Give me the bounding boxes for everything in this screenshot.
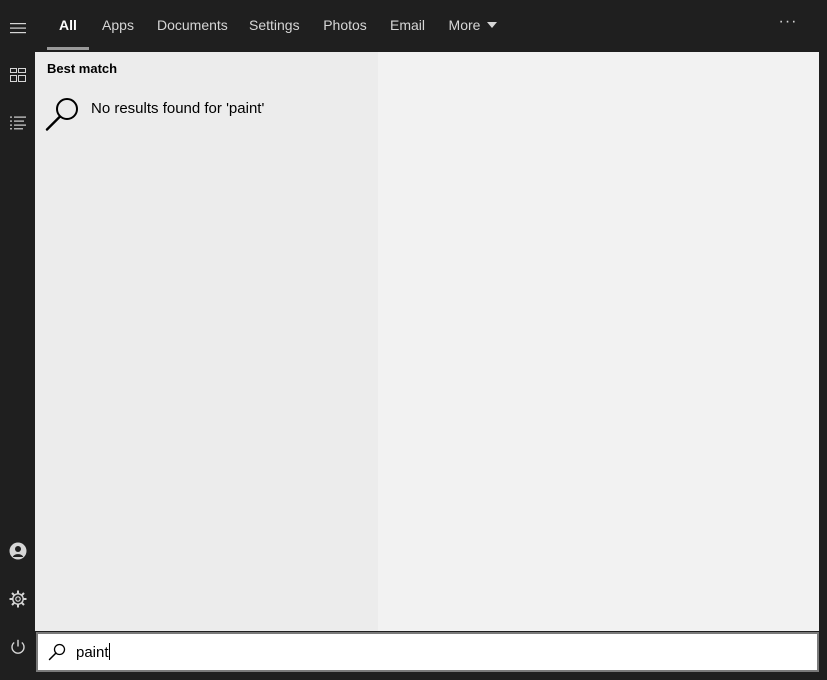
power-button[interactable] [0,625,35,669]
tab-apps[interactable]: Apps [101,0,135,52]
tab-email-label: Email [390,17,426,33]
search-query-text: paint [76,644,109,661]
results-pane: Best match No results found for 'paint' [35,52,378,631]
best-match-heading: Best match [47,61,118,76]
text-cursor [108,643,110,660]
home-tiles-icon [9,68,26,82]
home-button[interactable] [0,53,35,97]
preview-pane [378,52,819,631]
tab-settings[interactable]: Settings [249,0,300,52]
tab-more-dropdown[interactable]: More [447,0,499,52]
tab-documents[interactable]: Documents [157,0,228,52]
no-results-text: No results found for 'paint' [91,100,265,117]
search-icon [45,98,78,131]
hamburger-menu-button[interactable] [0,6,35,50]
active-tab-indicator [47,47,89,50]
chevron-down-icon [487,22,498,28]
search-icon [48,643,66,661]
window-edge [819,0,827,680]
tab-settings-label: Settings [249,17,300,33]
tab-apps-label: Apps [102,17,134,33]
tab-more-label: More [448,17,481,33]
settings-button[interactable] [0,577,35,621]
no-results-item: No results found for 'paint' [45,96,365,132]
more-options-button[interactable]: ··· [776,0,800,50]
start-search-window: All Apps Documents Settings Photos Email… [0,0,827,680]
tab-email[interactable]: Email [390,0,426,52]
tab-all-label: All [59,17,77,33]
search-query: paint [76,643,110,661]
documents-list-icon [9,116,26,130]
documents-button[interactable] [0,101,35,145]
tab-documents-label: Documents [157,17,228,33]
search-scope-tabs: All Apps Documents Settings Photos Email… [35,0,819,52]
power-icon [10,639,25,654]
settings-gear-icon [9,590,26,608]
account-icon [9,542,26,560]
search-input[interactable]: paint [36,632,819,672]
tab-photos[interactable]: Photos [323,0,367,52]
left-rail [0,0,35,680]
tab-photos-label: Photos [323,17,367,33]
account-button[interactable] [0,529,35,573]
tab-all[interactable]: All [47,0,89,52]
hamburger-menu-icon [9,23,26,34]
ellipsis-icon: ··· [778,13,798,30]
